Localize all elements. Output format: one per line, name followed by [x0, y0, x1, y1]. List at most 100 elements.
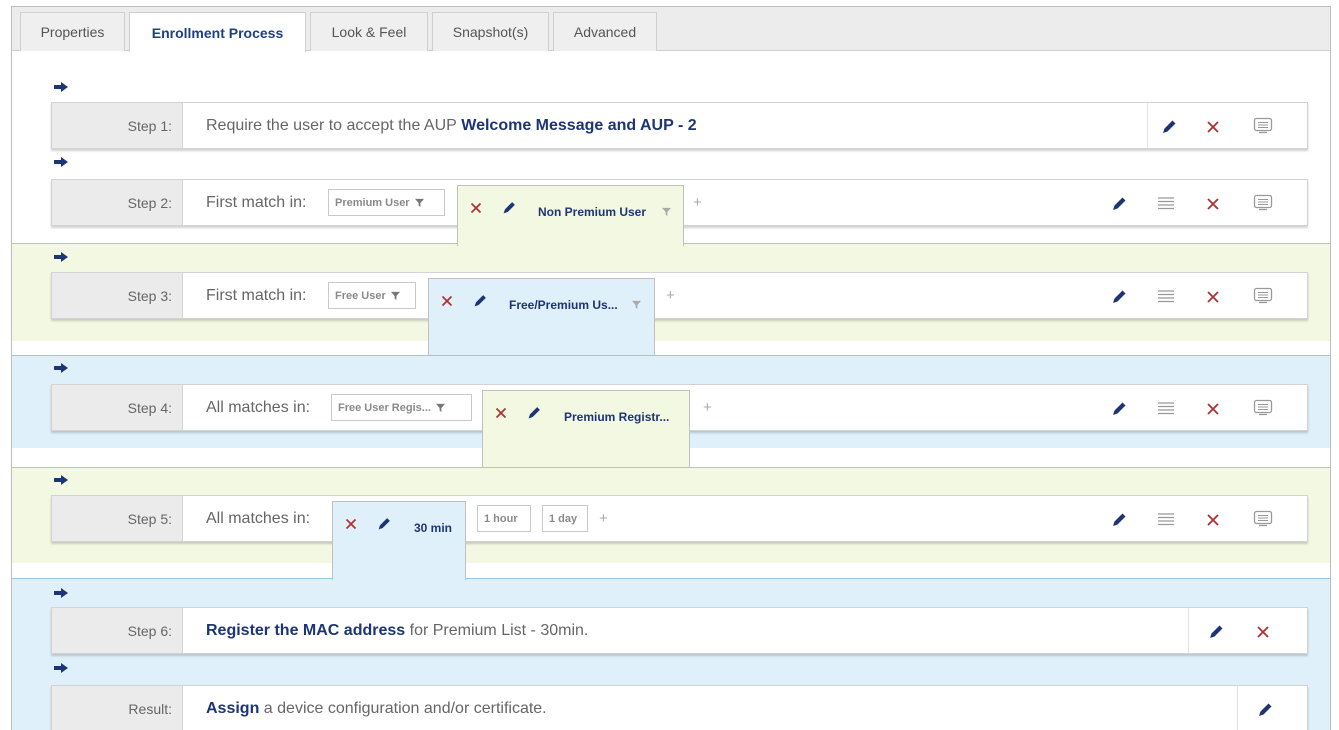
arrow-right-icon: [54, 157, 68, 167]
x-icon[interactable]: [1206, 290, 1220, 304]
step-5-row: Step 5: All matches in: 30 min 1 hour 1 …: [51, 495, 1308, 580]
enrollment-panel: Properties Enrollment Process Look & Fee…: [11, 6, 1331, 730]
divider: [1188, 608, 1189, 653]
aup-link[interactable]: Welcome Message and AUP - 2: [461, 117, 696, 135]
divider: [1147, 103, 1148, 148]
tab-bar: Properties Enrollment Process Look & Fee…: [12, 7, 1330, 52]
pencil-icon[interactable]: [1109, 194, 1129, 214]
result-row: Result: Assign a device configuration an…: [51, 685, 1308, 730]
chip-label: Free User: [335, 289, 386, 302]
step-text-suffix: for Premium List - 30min.: [409, 621, 589, 639]
x-icon[interactable]: [470, 202, 482, 214]
tab-advanced[interactable]: Advanced: [553, 12, 657, 51]
group-chip[interactable]: Premium User: [328, 189, 445, 216]
filter-icon: [390, 291, 400, 300]
assign-link[interactable]: Assign: [206, 700, 259, 718]
filter-icon: [435, 403, 445, 412]
list-icon[interactable]: [1157, 196, 1175, 210]
step-1-row: Step 1: Require the user to accept the A…: [51, 102, 1308, 149]
filter-icon: [632, 300, 641, 309]
step-label: Step 5:: [52, 496, 183, 541]
arrow-right-icon: [54, 252, 68, 262]
tab-snapshots[interactable]: Snapshot(s): [432, 12, 549, 51]
x-icon[interactable]: [1256, 625, 1270, 639]
pencil-icon[interactable]: [1109, 399, 1129, 419]
divider: [1237, 686, 1238, 730]
step-3-row: Step 3: First match in: Free User Free/P…: [51, 272, 1308, 355]
comment-icon[interactable]: [1253, 194, 1273, 212]
pencil-icon[interactable]: [1109, 510, 1129, 530]
pencil-icon[interactable]: [525, 404, 543, 422]
result-description: Assign a device configuration and/or cer…: [206, 686, 547, 730]
tab-look-and-feel[interactable]: Look & Feel: [310, 12, 428, 51]
x-icon[interactable]: [1206, 402, 1220, 416]
tab-properties[interactable]: Properties: [20, 12, 125, 51]
filter-icon: [662, 207, 671, 216]
pencil-icon[interactable]: [375, 515, 393, 533]
step-label: Step 1:: [52, 103, 183, 148]
list-icon[interactable]: [1157, 401, 1175, 415]
step-label: Step 3:: [52, 273, 183, 318]
pencil-icon[interactable]: [471, 292, 489, 310]
pencil-icon[interactable]: [500, 199, 518, 217]
step-prefix: All matches in:: [206, 509, 311, 527]
add-group-button[interactable]: +: [666, 287, 675, 304]
step-prefix: All matches in:: [206, 398, 311, 416]
arrow-right-icon: [54, 588, 68, 598]
comment-icon[interactable]: [1253, 117, 1273, 135]
arrow-right-icon: [54, 82, 68, 92]
chip-label: Free User Regis...: [338, 401, 431, 414]
step-label: Step 2:: [52, 180, 183, 225]
selected-duration-tab[interactable]: 30 min: [332, 501, 466, 580]
chip-label: 1 day: [549, 512, 578, 525]
duration-chip[interactable]: 1 day: [542, 505, 588, 532]
step-text-prefix: Require the user to accept the AUP: [206, 116, 457, 134]
step-label: Result:: [52, 686, 183, 730]
comment-icon[interactable]: [1253, 510, 1273, 528]
list-icon[interactable]: [1157, 289, 1175, 303]
selected-duration-label: 30 min: [414, 521, 453, 535]
comment-icon[interactable]: [1253, 287, 1273, 305]
x-icon[interactable]: [1206, 513, 1220, 527]
x-icon[interactable]: [441, 295, 453, 307]
x-icon[interactable]: [345, 518, 357, 530]
pencil-icon[interactable]: [1206, 622, 1226, 642]
filter-icon: [414, 198, 424, 207]
step-label: Step 4:: [52, 385, 183, 430]
arrow-right-icon: [54, 363, 68, 373]
pencil-icon[interactable]: [1255, 700, 1275, 720]
add-group-button[interactable]: +: [693, 194, 702, 211]
x-icon[interactable]: [495, 407, 507, 419]
step-6-row: Step 6: Register the MAC address for Pre…: [51, 607, 1308, 654]
selected-group-tab[interactable]: Non Premium User: [457, 185, 684, 246]
pencil-icon[interactable]: [1109, 287, 1129, 307]
duration-chip[interactable]: 1 hour: [477, 505, 531, 532]
list-icon[interactable]: [1157, 512, 1175, 526]
group-chip[interactable]: Free User: [328, 282, 416, 309]
add-duration-button[interactable]: +: [599, 510, 608, 527]
chip-label: Premium User: [335, 196, 410, 209]
register-mac-link[interactable]: Register the MAC address: [206, 622, 405, 640]
step-prefix: First match in:: [206, 286, 307, 304]
step-2-row: Step 2: First match in: Premium User Non…: [51, 179, 1308, 246]
step-4-row: Step 4: All matches in: Free User Regis.…: [51, 384, 1308, 467]
step-prefix: First match in:: [206, 193, 307, 211]
chip-label: 1 hour: [484, 512, 518, 525]
comment-icon[interactable]: [1253, 399, 1273, 417]
selected-group-tab[interactable]: Free/Premium Us...: [428, 278, 655, 355]
arrow-right-icon: [54, 663, 68, 673]
step-description: Register the MAC address for Premium Lis…: [206, 608, 588, 653]
group-chip[interactable]: Free User Regis...: [331, 394, 472, 421]
tab-enrollment-process[interactable]: Enrollment Process: [129, 12, 306, 52]
x-icon[interactable]: [1206, 197, 1220, 211]
selected-group-label: Free/Premium Us...: [509, 298, 618, 312]
selected-group-label: Premium Registr...: [564, 410, 670, 424]
pencil-icon[interactable]: [1159, 117, 1179, 137]
step-label: Step 6:: [52, 608, 183, 653]
arrow-right-icon: [54, 475, 68, 485]
step-description: Require the user to accept the AUP Welco…: [206, 103, 697, 148]
selected-group-tab[interactable]: Premium Registr...: [482, 390, 690, 467]
add-group-button[interactable]: +: [703, 399, 712, 416]
x-icon[interactable]: [1206, 120, 1220, 134]
selected-group-label: Non Premium User: [538, 205, 647, 219]
